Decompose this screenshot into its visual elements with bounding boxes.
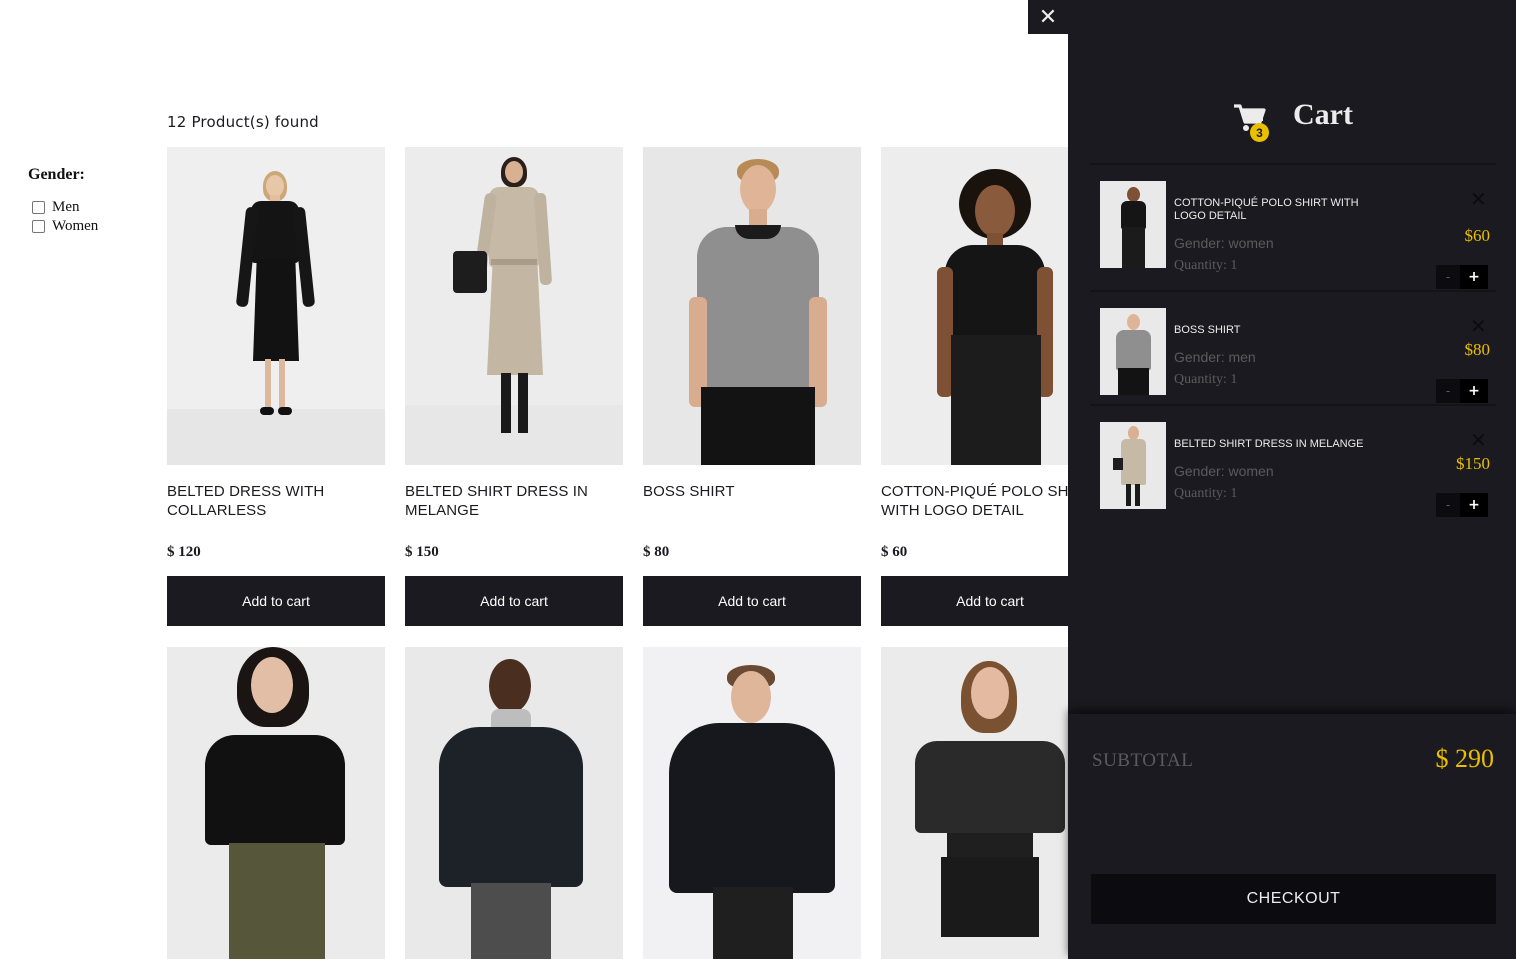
filter-title: Gender: — [28, 166, 85, 183]
cart-item-thumbnail — [1100, 181, 1166, 268]
checkout-button[interactable]: CHECKOUT — [1091, 874, 1496, 924]
product-price: $ 120 — [167, 544, 201, 560]
cart-item: Belted shirt dress in melange Gender: wo… — [1090, 422, 1496, 522]
product-card — [167, 647, 385, 959]
decrease-quantity-button[interactable]: - — [1436, 493, 1460, 517]
cart-item-title: Cotton-piqué polo shirt with logo detail — [1174, 197, 1359, 222]
cart-item-price: $60 — [1464, 226, 1491, 245]
cart-item-price: $80 — [1464, 340, 1491, 359]
products-found-count: 12 Product(s) found — [167, 113, 319, 131]
product-image[interactable] — [167, 647, 385, 959]
product-image[interactable] — [167, 147, 385, 465]
product-title: Belted shirt dress in melange — [405, 483, 588, 519]
product-image[interactable] — [881, 147, 1068, 465]
remove-item-icon[interactable]: ✕ — [1470, 314, 1487, 338]
cart-item: BOSS shirt Gender: men Quantity: 1 ✕ $80… — [1090, 308, 1496, 408]
product-title: Belted dress with collarless — [167, 483, 325, 519]
cart-item-gender: Gender: women — [1174, 235, 1274, 251]
cart-item-quantity: Quantity: 1 — [1174, 486, 1238, 501]
filter-option-label: Men — [52, 199, 80, 215]
add-to-cart-button[interactable]: Add to cart — [405, 576, 623, 626]
cart-header: 3 Cart — [1068, 96, 1516, 142]
product-title: Cotton-piqué polo shirt with logo detail — [881, 483, 1068, 519]
decrease-quantity-button[interactable]: - — [1436, 265, 1460, 289]
product-price: $ 80 — [643, 544, 670, 560]
cart-item-title: Belted shirt dress in melange — [1174, 438, 1364, 450]
product-image[interactable] — [405, 147, 623, 465]
remove-item-icon[interactable]: ✕ — [1470, 187, 1487, 211]
cart-item-gender: Gender: women — [1174, 463, 1274, 479]
product-price: $ 150 — [405, 544, 439, 560]
cart-item: Cotton-piqué polo shirt with logo detail… — [1090, 181, 1496, 292]
cart-item-quantity: Quantity: 1 — [1174, 258, 1238, 273]
product-title: BOSS shirt — [643, 483, 735, 500]
increase-quantity-button[interactable]: + — [1460, 265, 1488, 289]
add-to-cart-button[interactable]: Add to cart — [881, 576, 1068, 626]
cart-item-thumbnail — [1100, 422, 1166, 509]
increase-quantity-button[interactable]: + — [1460, 493, 1488, 517]
product-card — [881, 647, 1068, 959]
increase-quantity-button[interactable]: + — [1460, 379, 1488, 403]
remove-item-icon[interactable]: ✕ — [1470, 428, 1487, 452]
product-image[interactable] — [643, 647, 861, 959]
cart-count-badge: 3 — [1250, 123, 1269, 142]
cart-footer: SUBTOTAL $ 290 CHECKOUT — [1068, 714, 1516, 959]
filter-option-women[interactable]: Women — [28, 217, 148, 236]
product-grid: Belted dress with collarless $ 120 Add t… — [167, 147, 1068, 959]
product-price: $ 60 — [881, 544, 908, 560]
decrease-quantity-button[interactable]: - — [1436, 379, 1460, 403]
add-to-cart-button[interactable]: Add to cart — [167, 576, 385, 626]
subtotal-label: SUBTOTAL — [1092, 750, 1194, 771]
close-cart-button[interactable]: ✕ — [1028, 0, 1068, 34]
subtotal-value: $ 290 — [1435, 744, 1495, 773]
divider — [1090, 163, 1496, 165]
product-image[interactable] — [643, 147, 861, 465]
product-image[interactable] — [881, 647, 1068, 959]
cart-item-gender: Gender: men — [1174, 349, 1256, 365]
cart-item-thumbnail — [1100, 308, 1166, 395]
men-checkbox[interactable] — [32, 201, 45, 214]
product-card: BOSS shirt $ 80 Add to cart — [643, 147, 861, 626]
women-checkbox[interactable] — [32, 220, 45, 233]
product-card: Cotton-piqué polo shirt with logo detail… — [881, 147, 1068, 626]
cart-item-quantity: Quantity: 1 — [1174, 372, 1238, 387]
product-card — [405, 647, 623, 959]
product-image[interactable] — [405, 647, 623, 959]
divider — [1090, 404, 1496, 406]
cart-item-price: $150 — [1456, 454, 1490, 473]
filter-option-men[interactable]: Men — [28, 198, 148, 217]
cart-panel: 3 Cart Cotton-piqué polo shirt with logo… — [1068, 0, 1516, 959]
product-card — [643, 647, 861, 959]
filter-option-label: Women — [52, 218, 99, 234]
product-card: Belted shirt dress in melange $ 150 Add … — [405, 147, 623, 626]
cart-item-title: BOSS shirt — [1174, 324, 1241, 336]
product-card: Belted dress with collarless $ 120 Add t… — [167, 147, 385, 626]
cart-title: Cart — [1293, 98, 1353, 131]
gender-filter: Gender: Men Women — [28, 166, 148, 236]
divider — [1090, 290, 1496, 292]
add-to-cart-button[interactable]: Add to cart — [643, 576, 861, 626]
